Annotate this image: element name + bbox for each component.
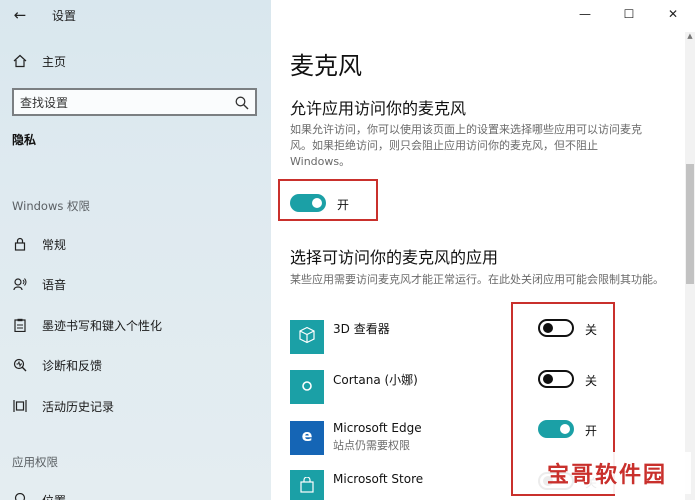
choose-heading: 选择可访问你的麦克风的应用 — [290, 248, 499, 267]
scroll-up-arrow-icon[interactable]: ▲ — [685, 32, 695, 44]
sidebar-item-label: 主页 — [42, 54, 67, 69]
back-button[interactable]: ← — [6, 2, 34, 28]
cube-icon — [298, 326, 316, 348]
app-name-3d-viewer: 3D 查看器 — [333, 322, 390, 336]
home-icon — [12, 53, 28, 69]
group-label-app: 应用权限 — [12, 455, 58, 469]
toggle-label-3d-viewer: 关 — [585, 323, 598, 337]
store-bag-icon — [299, 476, 315, 497]
maximize-icon: ☐ — [623, 7, 635, 21]
title-bar-left: ← 设置 — [0, 0, 271, 30]
close-button[interactable]: ✕ — [651, 0, 695, 28]
scrollbar[interactable] — [685, 32, 695, 500]
toggle-knob — [312, 198, 322, 208]
svg-text:e: e — [302, 427, 313, 445]
toggle-knob — [543, 374, 553, 384]
clipboard-pen-icon — [12, 317, 28, 333]
app-name-edge: Microsoft Edge — [333, 421, 422, 435]
watermark: 宝哥软件园 — [523, 452, 691, 494]
window-controls: — ☐ ✕ — [563, 0, 695, 30]
sidebar-item-activity-history[interactable]: 活动历史记录 — [0, 390, 271, 422]
app-tile-cortana — [290, 370, 324, 404]
toggle-label-cortana: 关 — [585, 374, 598, 388]
allow-toggle-label: 开 — [337, 198, 350, 212]
app-name-cortana: Cortana (小娜) — [333, 373, 418, 387]
allow-heading: 允许应用访问你的麦克风 — [290, 99, 467, 118]
scrollbar-thumb[interactable] — [686, 164, 694, 284]
sidebar-item-label: 墨迹书写和键入个性化 — [42, 318, 163, 333]
group-label-windows: Windows 权限 — [12, 199, 90, 213]
toggle-knob — [560, 424, 570, 434]
toggle-label-edge: 开 — [585, 424, 598, 438]
cortana-circle-icon — [300, 378, 314, 397]
sidebar-item-label: 诊断和反馈 — [42, 358, 103, 373]
sidebar-item-label: 常规 — [42, 237, 67, 252]
main-panel: — ☐ ✕ 麦克风 允许应用访问你的麦克风 如果允许访问，你可以使用该页面上的设… — [271, 0, 695, 500]
search-box[interactable] — [12, 88, 257, 116]
sidebar: ← 设置 主页 隐私 Windows 权限 常规 语音 墨迹书写和键入个性化 — [0, 0, 271, 500]
sidebar-item-diagnostics[interactable]: 诊断和反馈 — [0, 349, 271, 381]
toggle-cortana[interactable] — [538, 370, 574, 388]
minimize-icon: — — [579, 7, 591, 21]
sidebar-item-label: 活动历史记录 — [42, 399, 115, 414]
sidebar-item-label: 语音 — [42, 277, 67, 292]
toggle-edge[interactable] — [538, 420, 574, 438]
toggle-knob — [543, 323, 553, 333]
app-sub-edge: 站点仍需要权限 — [333, 439, 410, 452]
back-arrow-icon: ← — [13, 6, 27, 24]
maximize-button[interactable]: ☐ — [607, 0, 651, 28]
location-icon — [12, 492, 28, 500]
toggle-3d-viewer[interactable] — [538, 319, 574, 337]
section-title-privacy: 隐私 — [12, 133, 37, 147]
page-title: 麦克风 — [290, 52, 362, 80]
app-tile-store — [290, 470, 324, 500]
app-name-store: Microsoft Store — [333, 472, 424, 486]
lock-icon — [12, 236, 28, 252]
activity-history-icon — [12, 398, 28, 414]
app-tile-3d-viewer — [290, 320, 324, 354]
search-input[interactable] — [20, 94, 220, 112]
sidebar-item-home[interactable]: 主页 — [0, 45, 271, 77]
app-tile-edge: e — [290, 421, 324, 455]
sidebar-item-speech[interactable]: 语音 — [0, 268, 271, 300]
search-icon[interactable] — [235, 95, 249, 110]
sidebar-item-label: 位置 — [42, 492, 66, 500]
speech-icon — [12, 276, 28, 292]
minimize-button[interactable]: — — [563, 0, 607, 28]
choose-description: 某些应用需要访问麦克风才能正常运行。在此处关闭应用可能会限制其功能。 — [290, 273, 664, 286]
close-icon: ✕ — [667, 7, 679, 21]
diagnostics-icon — [12, 357, 28, 373]
allow-access-toggle[interactable] — [290, 194, 326, 212]
sidebar-item-general[interactable]: 常规 — [0, 228, 271, 260]
edge-e-icon: e — [298, 426, 316, 449]
sidebar-item-location[interactable]: 位置 — [0, 484, 271, 500]
app-title: 设置 — [52, 9, 77, 23]
sidebar-item-inking[interactable]: 墨迹书写和键入个性化 — [0, 309, 271, 341]
allow-description: 如果允许访问，你可以使用该页面上的设置来选择哪些应用可以访问麦克风。如果拒绝访问… — [290, 123, 642, 168]
